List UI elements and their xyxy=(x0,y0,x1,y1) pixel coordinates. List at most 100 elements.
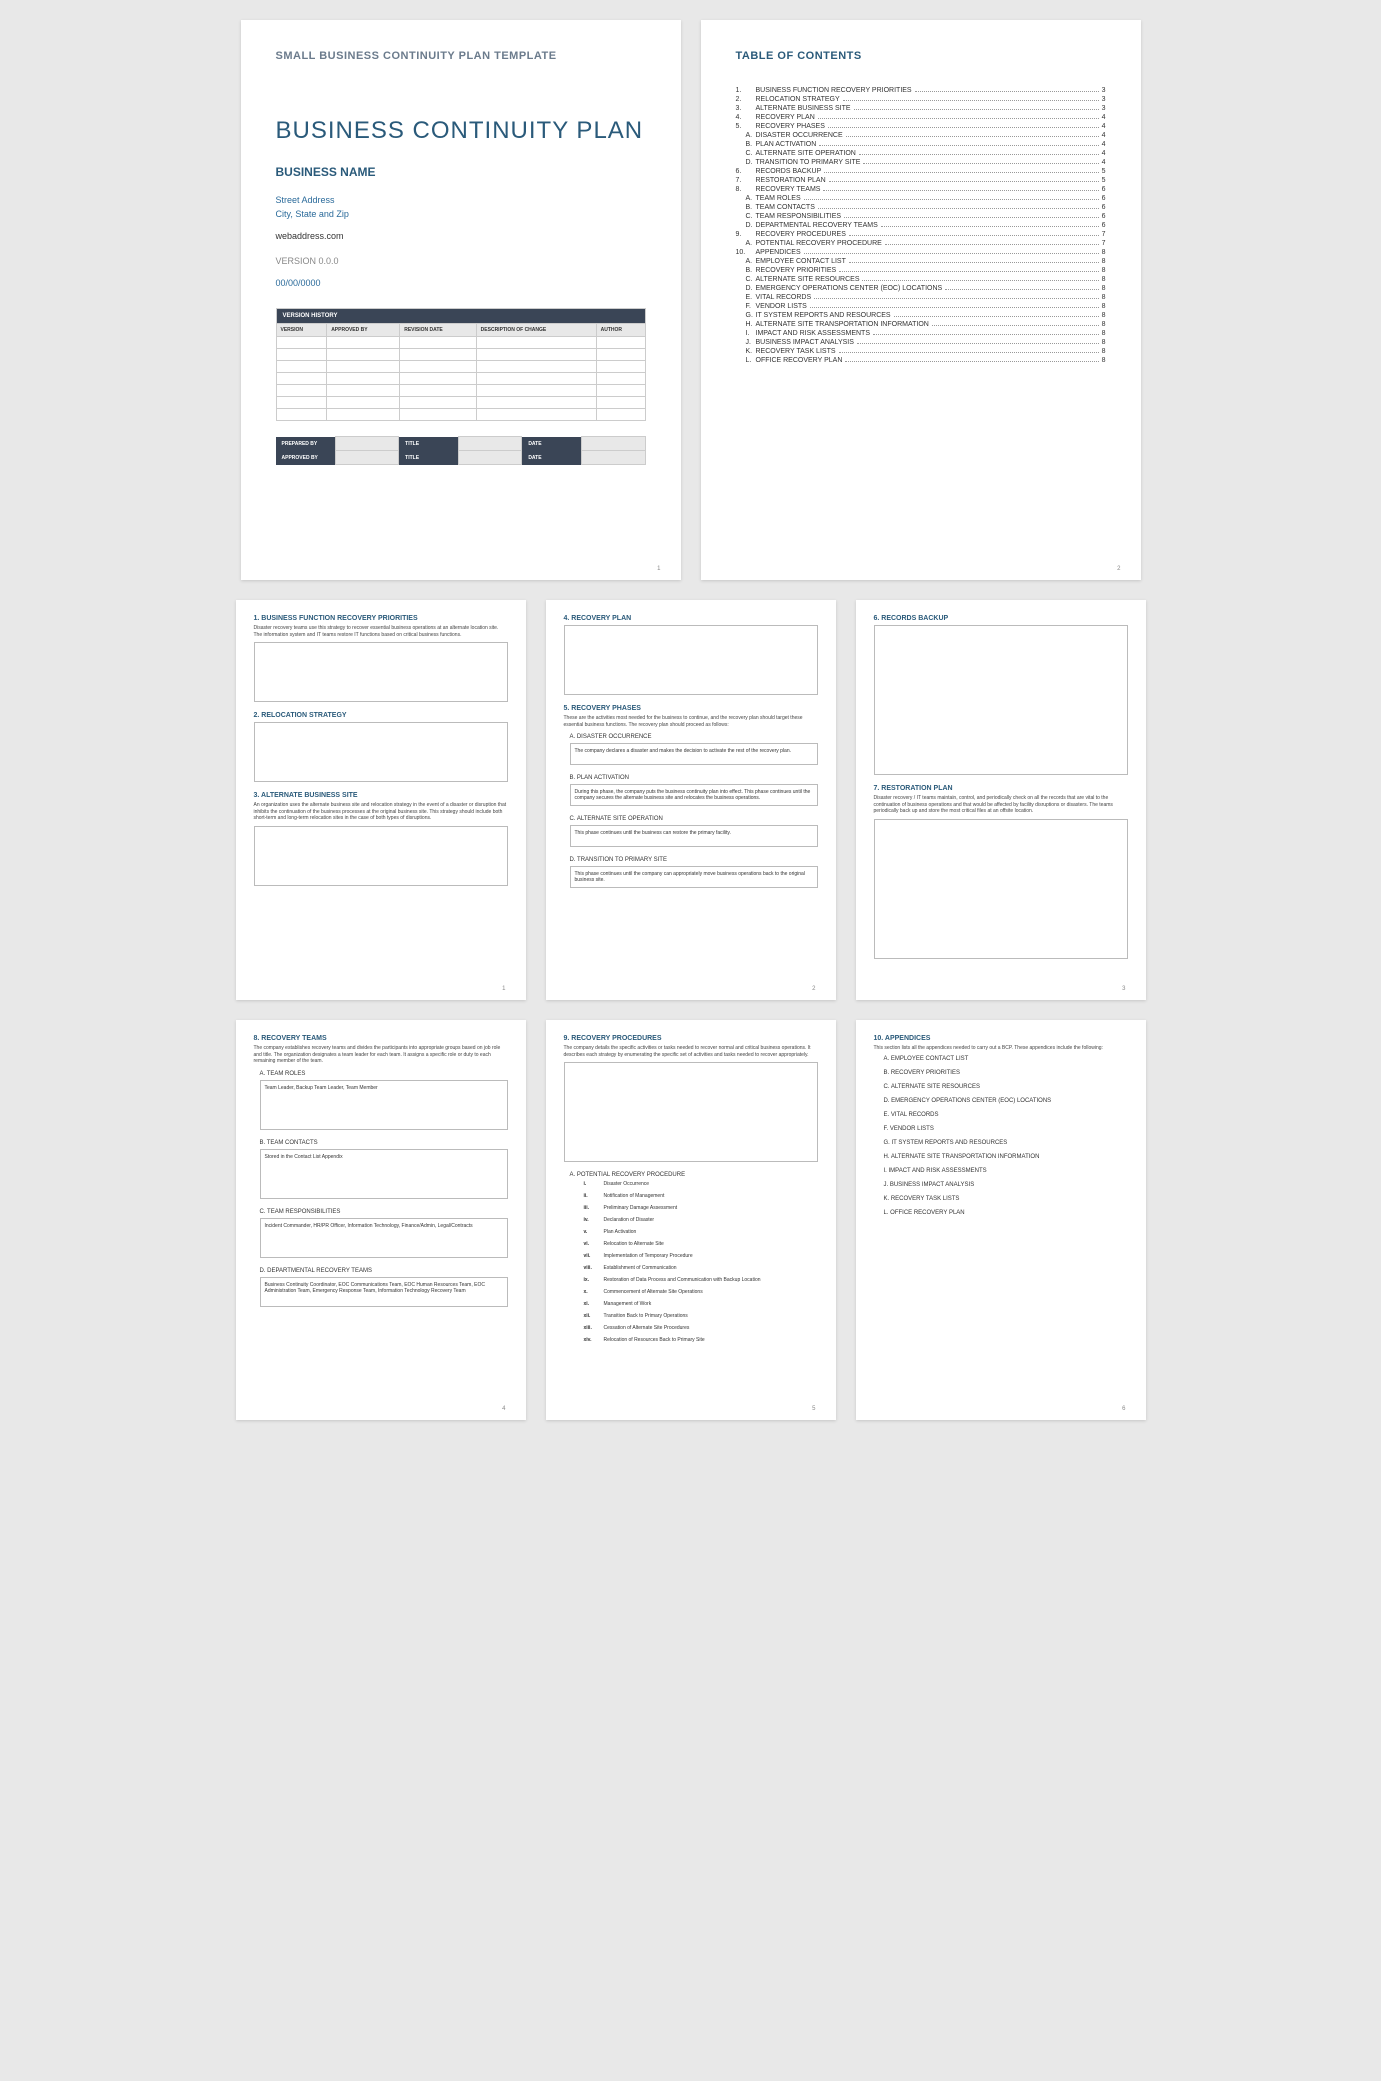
procedure-step: ix.Restoration of Data Process and Commu… xyxy=(584,1277,818,1283)
toc-row: B.PLAN ACTIVATION4 xyxy=(736,141,1106,148)
template-title: SMALL BUSINESS CONTINUITY PLAN TEMPLATE xyxy=(276,50,646,62)
page-7: 9. RECOVERY PROCEDURES The company detai… xyxy=(546,1020,836,1420)
vh-row xyxy=(276,349,645,361)
toc-title: TABLE OF CONTENTS xyxy=(736,50,1106,62)
toc-row: 2.RELOCATION STRATEGY3 xyxy=(736,96,1106,103)
toc-row: A.TEAM ROLES6 xyxy=(736,195,1106,202)
section-10-text: This section lists all the appendices ne… xyxy=(874,1045,1128,1052)
procedure-step: x.Commencement of Alternate Site Operati… xyxy=(584,1289,818,1295)
page-3: 1. BUSINESS FUNCTION RECOVERY PRIORITIES… xyxy=(236,600,526,1000)
section-9-field[interactable] xyxy=(564,1062,818,1162)
section-2-field[interactable] xyxy=(254,722,508,782)
business-name: BUSINESS NAME xyxy=(276,165,646,179)
page-6: 8. RECOVERY TEAMS The company establishe… xyxy=(236,1020,526,1420)
section-6-field[interactable] xyxy=(874,625,1128,775)
team-b-field[interactable]: Stored in the Contact List Appendix xyxy=(260,1149,508,1199)
toc-row: F.VENDOR LISTS8 xyxy=(736,303,1106,310)
vh-col-row: VERSION APPROVED BY REVISION DATE DESCRI… xyxy=(276,324,645,337)
appendix-item: C. ALTERNATE SITE RESOURCES xyxy=(884,1084,1128,1090)
version-history-table: VERSION HISTORY VERSION APPROVED BY REVI… xyxy=(276,308,646,421)
version-label: VERSION 0.0.0 xyxy=(276,256,646,266)
page-number: 2 xyxy=(812,986,815,992)
toc-row: J.BUSINESS IMPACT ANALYSIS8 xyxy=(736,339,1106,346)
toc-row: A.DISASTER OCCURRENCE4 xyxy=(736,132,1106,139)
city: City, State and Zip xyxy=(276,208,646,222)
phase-c-field[interactable]: This phase continues until the business … xyxy=(570,825,818,847)
section-8-text: The company establishes recovery teams a… xyxy=(254,1045,508,1065)
section-3-field[interactable] xyxy=(254,826,508,886)
toc-row: I.IMPACT AND RISK ASSESSMENTS8 xyxy=(736,330,1106,337)
phase-b-heading: B. PLAN ACTIVATION xyxy=(570,775,818,781)
toc-row: 10.APPENDICES8 xyxy=(736,249,1106,256)
procedure-step: xi.Management of Work xyxy=(584,1301,818,1307)
section-6-heading: 6. RECORDS BACKUP xyxy=(874,615,1128,622)
procedure-step: xiii.Cessation of Alternate Site Procedu… xyxy=(584,1325,818,1331)
vh-row xyxy=(276,409,645,421)
section-1-heading: 1. BUSINESS FUNCTION RECOVERY PRIORITIES xyxy=(254,615,508,622)
appendix-item: I. IMPACT AND RISK ASSESSMENTS xyxy=(884,1168,1128,1174)
procedure-step: vii.Implementation of Temporary Procedur… xyxy=(584,1253,818,1259)
toc-row: 4.RECOVERY PLAN4 xyxy=(736,114,1106,121)
page-number: 1 xyxy=(502,986,505,992)
vh-row xyxy=(276,337,645,349)
page-1-cover: SMALL BUSINESS CONTINUITY PLAN TEMPLATE … xyxy=(241,20,681,580)
procedure-step: v.Plan Activation xyxy=(584,1229,818,1235)
appendix-item: F. VENDOR LISTS xyxy=(884,1126,1128,1132)
phase-a-field[interactable]: The company declares a disaster and make… xyxy=(570,743,818,765)
team-c-field[interactable]: Incident Commander, HR/PR Officer, Infor… xyxy=(260,1218,508,1258)
toc-row: G.IT SYSTEM REPORTS AND RESOURCES8 xyxy=(736,312,1106,319)
appendix-item: E. VITAL RECORDS xyxy=(884,1112,1128,1118)
phase-d-field[interactable]: This phase continues until the company c… xyxy=(570,866,818,888)
team-a-heading: A. TEAM ROLES xyxy=(260,1071,508,1077)
toc-row: D.DEPARTMENTAL RECOVERY TEAMS6 xyxy=(736,222,1106,229)
vh-row xyxy=(276,361,645,373)
signature-table: PREPARED BY TITLE DATE APPROVED BY TITLE… xyxy=(276,436,646,465)
toc-row: 5.RECOVERY PHASES4 xyxy=(736,123,1106,130)
procedure-list: i.Disaster Occurrence ii.Notification of … xyxy=(584,1181,818,1343)
page-5: 6. RECORDS BACKUP 7. RESTORATION PLAN Di… xyxy=(856,600,1146,1000)
vh-header: VERSION HISTORY xyxy=(276,309,645,324)
toc-row: B.TEAM CONTACTS6 xyxy=(736,204,1106,211)
appendix-item: H. ALTERNATE SITE TRANSPORTATION INFORMA… xyxy=(884,1154,1128,1160)
procedure-step: iii.Preliminary Damage Assessment xyxy=(584,1205,818,1211)
toc-row: H.ALTERNATE SITE TRANSPORTATION INFORMAT… xyxy=(736,321,1106,328)
toc-row: B.RECOVERY PRIORITIES8 xyxy=(736,267,1106,274)
section-1-text: Disaster recovery teams use this strateg… xyxy=(254,625,508,638)
section-9-text: The company details the specific activit… xyxy=(564,1045,818,1058)
address-block: Street Address City, State and Zip xyxy=(276,194,646,221)
page-number: 2 xyxy=(1117,566,1120,572)
team-c-heading: C. TEAM RESPONSIBILITIES xyxy=(260,1209,508,1215)
phase-c-heading: C. ALTERNATE SITE OPERATION xyxy=(570,816,818,822)
appendix-item: J. BUSINESS IMPACT ANALYSIS xyxy=(884,1182,1128,1188)
procedure-step: xiv.Relocation of Resources Back to Prim… xyxy=(584,1337,818,1343)
procedure-step: xii.Transition Back to Primary Operation… xyxy=(584,1313,818,1319)
toc-row: 6.RECORDS BACKUP5 xyxy=(736,168,1106,175)
section-4-field[interactable] xyxy=(564,625,818,695)
section-4-heading: 4. RECOVERY PLAN xyxy=(564,615,818,622)
web-address: webaddress.com xyxy=(276,231,646,241)
procedure-step: vi.Relocation to Alternate Site xyxy=(584,1241,818,1247)
toc-row: D.TRANSITION TO PRIMARY SITE4 xyxy=(736,159,1106,166)
appendix-list: A. EMPLOYEE CONTACT LISTB. RECOVERY PRIO… xyxy=(884,1056,1128,1216)
procedure-step: iv.Declaration of Disaster xyxy=(584,1217,818,1223)
page-number: 4 xyxy=(502,1406,505,1412)
section-7-field[interactable] xyxy=(874,819,1128,959)
toc-list: 1.BUSINESS FUNCTION RECOVERY PRIORITIES3… xyxy=(736,87,1106,364)
street: Street Address xyxy=(276,194,646,208)
team-d-heading: D. DEPARTMENTAL RECOVERY TEAMS xyxy=(260,1268,508,1274)
phase-b-field[interactable]: During this phase, the company puts the … xyxy=(570,784,818,806)
vh-row xyxy=(276,397,645,409)
procedure-step: i.Disaster Occurrence xyxy=(584,1181,818,1187)
page-number: 5 xyxy=(812,1406,815,1412)
toc-row: A.EMPLOYEE CONTACT LIST8 xyxy=(736,258,1106,265)
procedure-step: ii.Notification of Management xyxy=(584,1193,818,1199)
toc-row: C.ALTERNATE SITE RESOURCES8 xyxy=(736,276,1106,283)
toc-row: A.POTENTIAL RECOVERY PROCEDURE7 xyxy=(736,240,1106,247)
vh-row xyxy=(276,373,645,385)
section-5-heading: 5. RECOVERY PHASES xyxy=(564,705,818,712)
team-d-field[interactable]: Business Continuity Coordinator, EOC Com… xyxy=(260,1277,508,1307)
section-7-text: Disaster recovery / IT teams maintain, c… xyxy=(874,795,1128,815)
procedure-step: viii.Establishment of Communication xyxy=(584,1265,818,1271)
section-1-field[interactable] xyxy=(254,642,508,702)
team-a-field[interactable]: Team Leader, Backup Team Leader, Team Me… xyxy=(260,1080,508,1130)
